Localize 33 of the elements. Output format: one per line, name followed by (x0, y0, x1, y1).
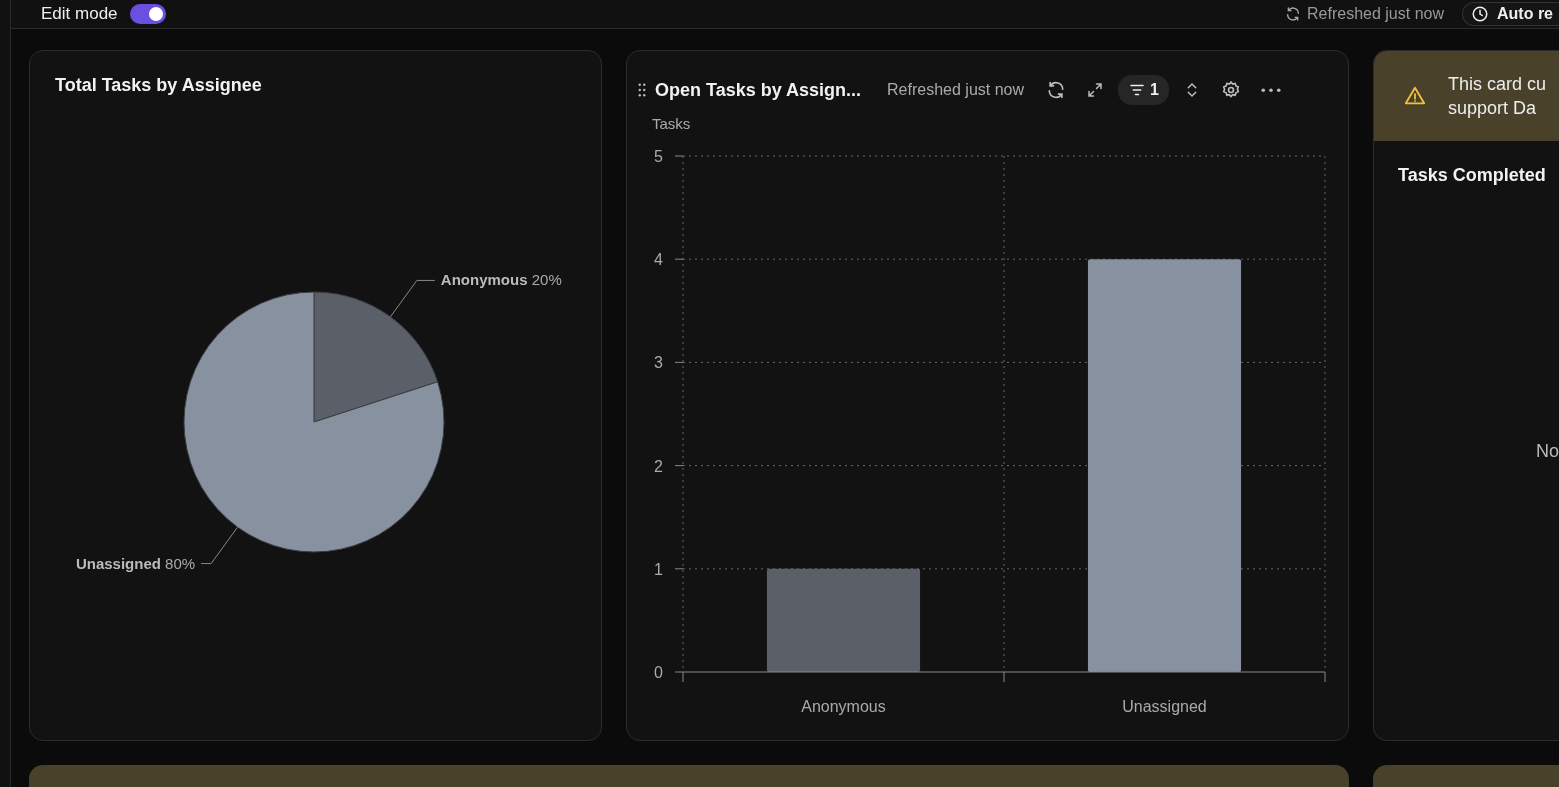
refresh-status: Refreshed just now (1307, 5, 1444, 23)
category-label: Unassigned (1122, 698, 1207, 715)
auto-refresh-button[interactable]: Auto re (1462, 2, 1559, 26)
settings-button[interactable] (1220, 80, 1241, 100)
more-icon (1260, 87, 1281, 93)
filter-button[interactable]: 1 (1118, 75, 1169, 105)
card-title: Total Tasks by Assignee (54, 74, 263, 96)
edit-mode-label: Edit mode (41, 4, 118, 24)
leader-line (389, 279, 436, 318)
more-button[interactable] (1260, 87, 1281, 93)
settings-icon (1220, 80, 1241, 100)
slice-label: Anonymous 20% (440, 271, 562, 289)
card-title: Open Tasks by Assign... (655, 79, 862, 101)
edit-mode-toggle[interactable] (129, 4, 166, 24)
warning-icon (1404, 85, 1426, 107)
card-title: Tasks Completed (1397, 164, 1547, 186)
tick-label: 2 (654, 457, 663, 475)
refresh-icon[interactable] (1285, 6, 1302, 22)
tick-label: 0 (654, 664, 663, 681)
slice-label: Unassigned 80% (75, 554, 196, 572)
refresh-status: Refreshed just now (887, 81, 1025, 99)
leader-line (200, 526, 239, 565)
tick-label: 1 (654, 560, 663, 578)
expand-button[interactable] (1086, 81, 1105, 99)
empty-message: No (1536, 441, 1559, 462)
tick-label: 5 (654, 148, 663, 165)
tick-label: 3 (654, 354, 663, 372)
warning-text: This card cu support Da (1448, 73, 1547, 120)
tick-label: 4 (654, 251, 663, 269)
clock-icon (1471, 5, 1489, 23)
category-label: Anonymous (801, 698, 886, 715)
expand-icon (1086, 81, 1105, 99)
axis-title: Tasks (652, 115, 692, 132)
